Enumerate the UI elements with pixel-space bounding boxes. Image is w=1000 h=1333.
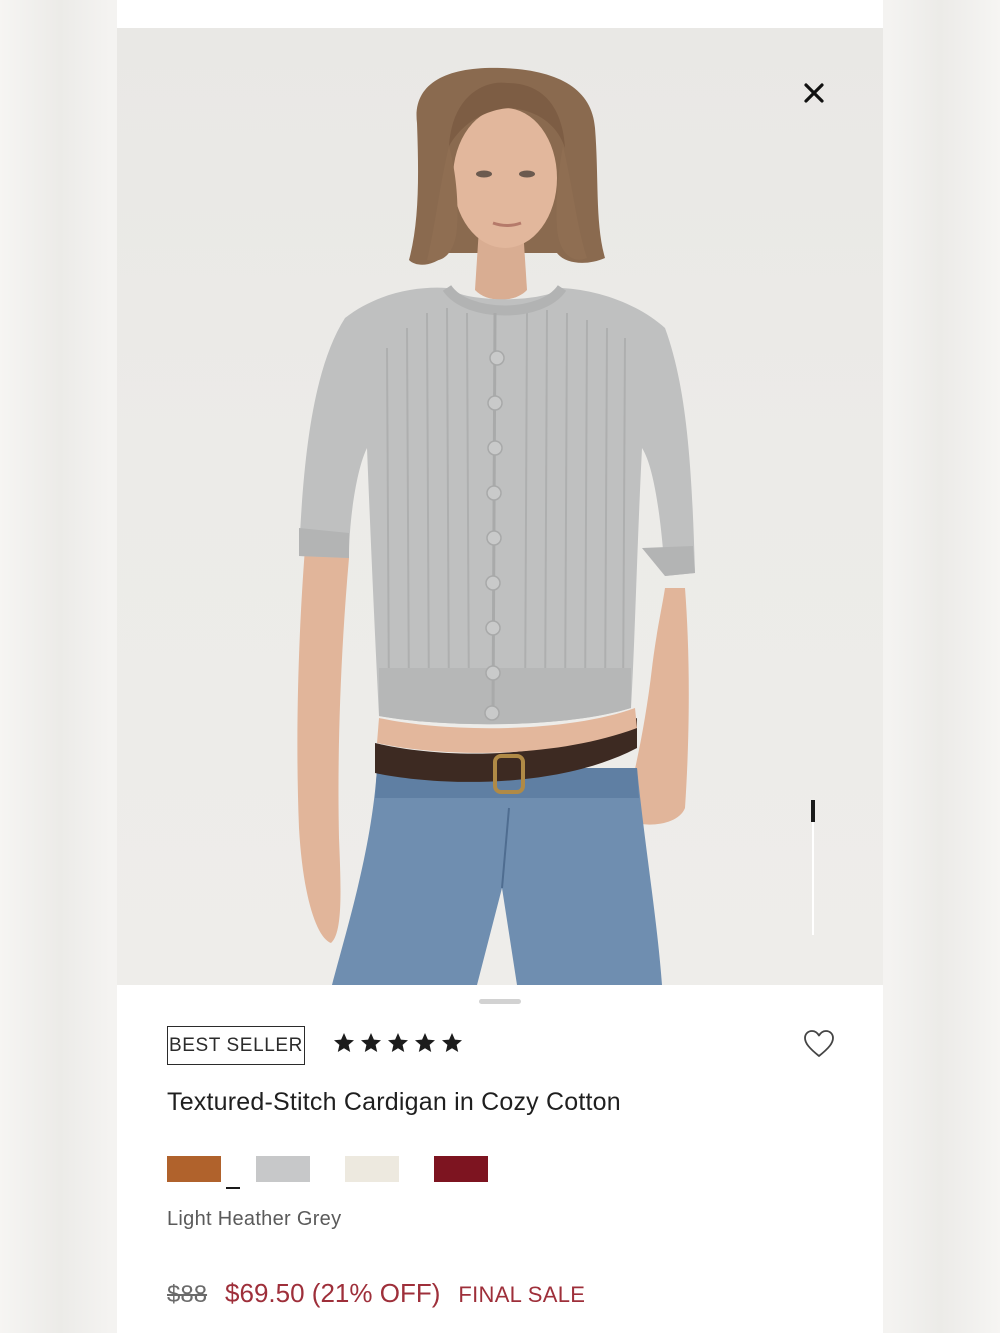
sheet-drag-handle[interactable]: [479, 999, 521, 1004]
star-icon: [361, 1033, 381, 1052]
swatch-light-heather-grey[interactable]: [256, 1156, 310, 1182]
best-seller-badge: BEST SELLER: [167, 1026, 305, 1065]
swatch-rust-brown[interactable]: [167, 1156, 221, 1182]
star-icon: [388, 1033, 408, 1052]
product-quickview-sheet: BEST SELLER Textured-Stitch Cardigan in …: [117, 0, 883, 1333]
image-scroll-thumb[interactable]: [811, 800, 815, 822]
original-price: $88: [167, 1281, 208, 1308]
price-row: $88 $69.50 (21% OFF) FINAL SALE: [167, 1278, 585, 1310]
selected-color-name: Light Heather Grey: [167, 1208, 342, 1230]
sale-price: $69.50 (21% OFF): [225, 1278, 441, 1308]
rating-stars[interactable]: [332, 1031, 464, 1059]
swatch-ivory[interactable]: [345, 1156, 399, 1182]
favorite-button[interactable]: [803, 1029, 835, 1059]
model-photo-illustration: [297, 67, 695, 985]
final-sale-label: FINAL SALE: [458, 1282, 586, 1307]
swatch-burgundy[interactable]: [434, 1156, 488, 1182]
product-title: Textured-Stitch Cardigan in Cozy Cotton: [167, 1088, 621, 1116]
heart-icon: [804, 1030, 834, 1057]
star-icon: [334, 1033, 354, 1052]
selected-swatch-indicator: [226, 1187, 240, 1189]
close-icon: [804, 83, 824, 103]
star-icon: [415, 1033, 435, 1052]
product-image[interactable]: [117, 28, 883, 985]
star-icon: [442, 1033, 462, 1052]
close-button[interactable]: [799, 78, 829, 108]
